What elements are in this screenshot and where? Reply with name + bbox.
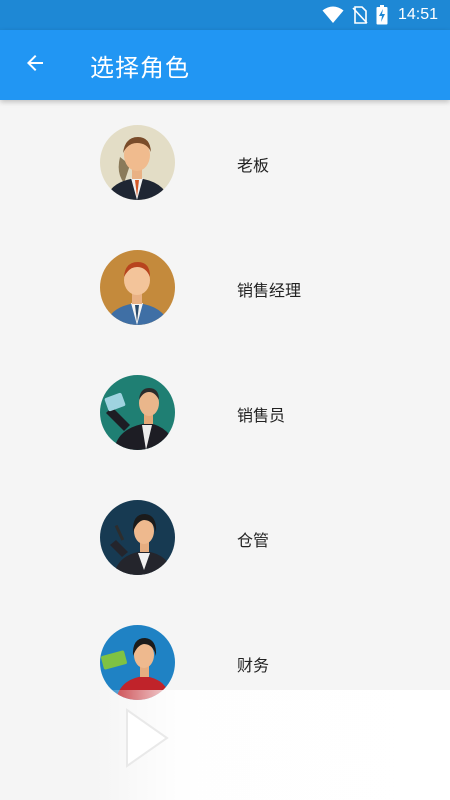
role-item-boss[interactable]: 老板 bbox=[0, 100, 450, 225]
boss-avatar bbox=[100, 125, 175, 200]
battery-charging-icon bbox=[376, 5, 388, 25]
role-label: 销售经理 bbox=[237, 281, 302, 300]
back-button[interactable] bbox=[0, 30, 70, 100]
arrow-back-icon bbox=[23, 51, 47, 79]
play-overlay[interactable] bbox=[95, 690, 450, 800]
app-bar: 选择角色 bbox=[0, 30, 450, 100]
sales-manager-avatar bbox=[100, 250, 175, 325]
no-sim-icon bbox=[352, 6, 368, 24]
role-item-sales-manager[interactable]: 销售经理 bbox=[0, 225, 450, 350]
salesperson-avatar bbox=[100, 375, 175, 450]
finance-avatar bbox=[100, 625, 175, 700]
warehouse-keeper-avatar bbox=[100, 500, 175, 575]
role-label: 财务 bbox=[237, 656, 270, 675]
role-label: 老板 bbox=[237, 156, 270, 175]
page-title: 选择角色 bbox=[90, 53, 190, 82]
role-label: 仓管 bbox=[237, 531, 270, 550]
role-label: 销售员 bbox=[237, 406, 286, 425]
status-bar: 14:51 bbox=[0, 0, 450, 30]
play-icon bbox=[125, 708, 169, 772]
role-item-warehouse-keeper[interactable]: 仓管 bbox=[0, 475, 450, 600]
wifi-icon bbox=[322, 6, 344, 24]
role-item-salesperson[interactable]: 销售员 bbox=[0, 350, 450, 475]
status-time: 14:51 bbox=[397, 6, 438, 23]
